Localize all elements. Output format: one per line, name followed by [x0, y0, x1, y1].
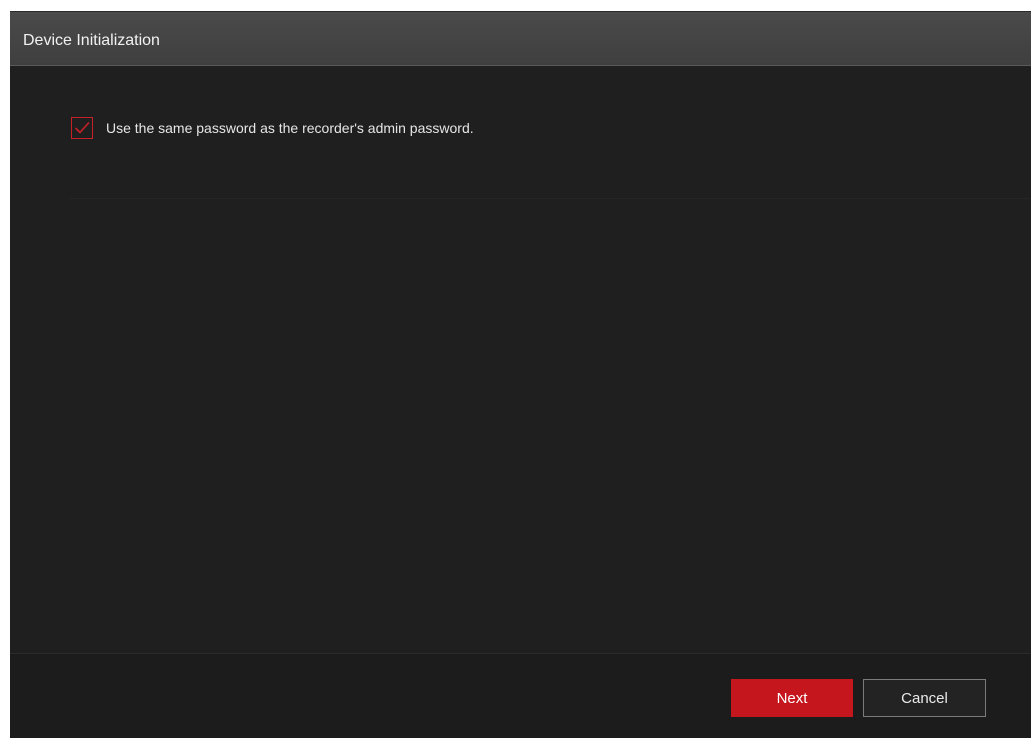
same-password-label[interactable]: Use the same password as the recorder's … [106, 120, 474, 136]
checkmark-icon [75, 122, 90, 134]
same-password-checkbox[interactable] [71, 117, 93, 139]
dialog-titlebar: Device Initialization [10, 12, 1031, 66]
dialog-title: Device Initialization [23, 32, 160, 49]
dialog-footer: Next Cancel [10, 653, 1031, 738]
same-password-option[interactable]: Use the same password as the recorder's … [71, 116, 474, 140]
content-divider [70, 198, 1030, 199]
next-button[interactable]: Next [731, 679, 853, 717]
cancel-button[interactable]: Cancel [863, 679, 986, 717]
device-initialization-dialog: Device Initialization Use the same passw… [10, 11, 1031, 738]
